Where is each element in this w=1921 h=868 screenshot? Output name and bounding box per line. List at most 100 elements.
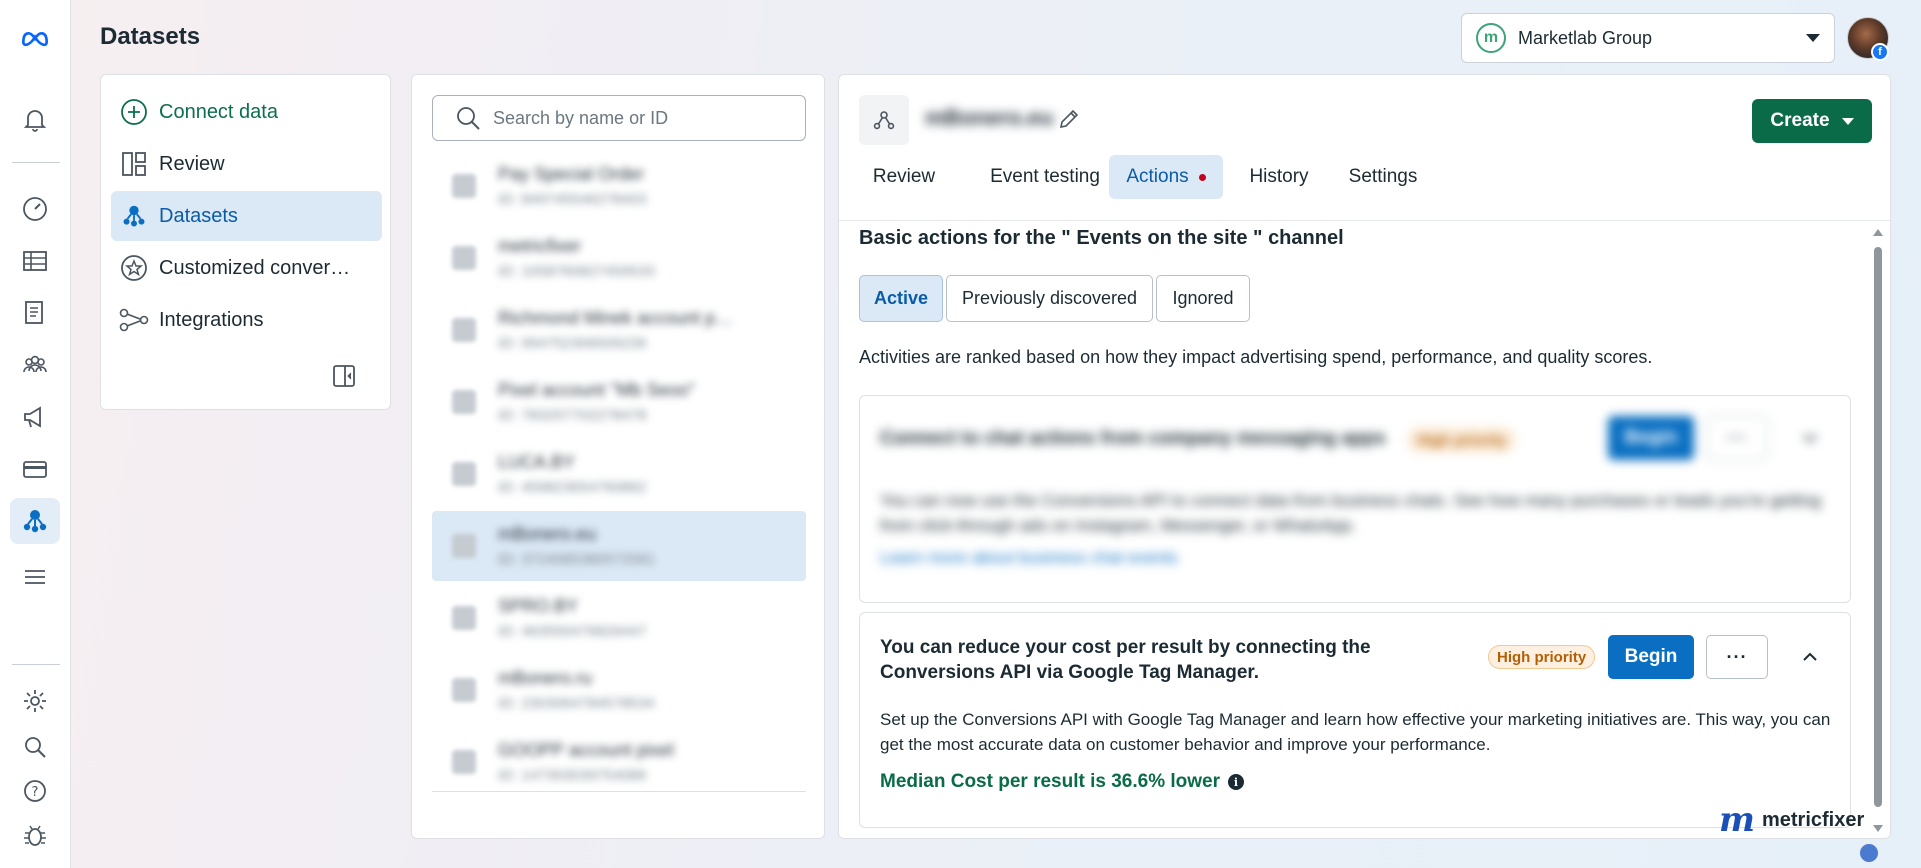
notification-dot [1198,173,1206,181]
dataset-detail-card: mBonero.eu Create Review Event testing A… [838,74,1891,839]
dataset-name: SPRO.BY [498,596,579,616]
search-input[interactable] [493,107,793,129]
list-item[interactable]: LUCA.BY ID: 459823654760862 [432,439,806,509]
star-circle-icon [119,253,149,283]
dataset-name: Pixel account "Mb Seoo" [498,380,695,400]
scroll-thumb[interactable] [1874,247,1882,807]
list-item[interactable]: Pay Special Order ID: 849745546278403 [432,151,806,221]
action-title: You can reduce your cost per result by c… [880,637,1371,683]
filter-label: Previously discovered [961,288,1138,308]
notifications-bell-icon[interactable] [10,96,60,142]
collapse-panel-icon[interactable] [331,363,357,389]
filter-label: Active [873,288,929,308]
globe-icon[interactable] [1858,842,1880,864]
learn-more-link[interactable]: Learn more about business chat events [880,548,1178,568]
info-icon[interactable]: i [1228,774,1244,790]
action-body: Set up the Conversions API with Google T… [880,710,1831,754]
begin-button[interactable]: Begin [1608,416,1694,460]
dataset-name: metricfixer [498,236,582,256]
nav-review[interactable]: Review [111,139,382,189]
billing-card-icon[interactable] [10,446,60,492]
dataset-search[interactable] [432,95,806,141]
nav-customized-conversions[interactable]: Customized conver… [111,243,382,293]
dataset-icon [452,390,476,414]
tab-review[interactable]: Review [859,155,949,199]
nav-review-label: Review [159,152,225,175]
tab-label: Review [872,166,936,187]
dashboard-gauge-icon[interactable] [10,186,60,232]
priority-badge: High priority [1408,428,1516,452]
settings-gear-icon[interactable] [10,678,60,724]
list-item[interactable]: Richmond Minek account p… ID: 99475230650… [432,295,806,365]
dataset-title: mBonero.eu [925,105,1054,130]
more-options-button[interactable]: ··· [1706,635,1768,679]
list-item[interactable]: metricfixer ID: 1058760827459533 [432,223,806,293]
metricfixer-text: metricfixer [1761,808,1865,831]
nav-integrations-label: Integrations [159,308,264,331]
scroll-up-arrow-icon[interactable] [1873,229,1883,236]
meta-logo-icon[interactable] [10,14,60,60]
tab-label: Actions [1126,166,1189,187]
list-item[interactable]: SPRO.BY ID: 463550476826447 [432,583,806,653]
edit-pencil-icon[interactable] [1057,107,1081,131]
nav-connect-data-label: Connect data [159,100,278,123]
dataset-id: ID: 1058760827459533 [498,263,655,280]
begin-button[interactable]: Begin [1608,635,1694,679]
action-body: You can now use the Conversions API to c… [880,491,1822,535]
svg-text:?: ? [32,785,39,800]
list-item[interactable]: mBonero.ru ID: 2303064784578534 [432,655,806,725]
create-button[interactable]: Create [1752,99,1872,143]
action-card-gtm: You can reduce your cost per result by c… [859,612,1851,828]
dataset-icon [452,678,476,702]
caret-down-icon [1841,117,1854,125]
dataset-icon [452,606,476,630]
dataset-list-card: Pay Special Order ID: 849745546278403 met… [411,74,825,839]
nav-integrations[interactable]: Integrations [111,295,382,345]
pages-icon[interactable] [10,290,60,336]
dataset-name: Pay Special Order [498,164,645,184]
dataset-name: GOOPP account pixel [498,740,674,760]
dataset-name: mBonero.ru [498,668,593,688]
tab-actions[interactable]: Actions [1109,155,1223,199]
table-grid-icon[interactable] [10,238,60,284]
search-icon[interactable] [10,724,60,770]
list-divider [432,791,806,792]
metricfixer-logo: m [1719,800,1755,840]
scrollbar[interactable] [1873,225,1883,835]
list-item[interactable]: Pixel account "Mb Seoo" ID: 7832577022784… [432,367,806,437]
dataset-icon [452,750,476,774]
nav-connect-data[interactable]: Connect data [111,87,382,137]
tab-history[interactable]: History [1237,155,1321,199]
datasets-icon[interactable] [10,498,60,544]
facebook-badge-icon: f [1871,43,1889,61]
tab-event-testing[interactable]: Event testing [965,155,1125,199]
nav-datasets-label: Datasets [159,204,238,227]
more-options-button[interactable]: ··· [1706,416,1768,460]
help-icon[interactable]: ? [10,768,60,814]
dataset-icon [452,246,476,270]
list-item[interactable]: GOOPP account pixel ID: 147303039754086 [432,727,806,797]
bug-report-icon[interactable] [10,813,60,859]
nav-datasets[interactable]: Datasets [111,191,382,241]
datasets-icon [119,201,149,231]
chevron-down-icon[interactable] [1800,428,1820,448]
caret-down-icon [1806,34,1820,42]
dataset-id: ID: 147303039754086 [498,767,647,784]
filter-ignored[interactable]: Ignored [1156,275,1250,322]
tab-label: Event testing [990,166,1100,187]
business-selector[interactable]: m Marketlab Group [1461,13,1835,63]
tab-settings[interactable]: Settings [1335,155,1431,199]
actions-description: Activities are ranked based on how they … [859,347,1653,367]
plus-circle-icon [119,97,149,127]
business-logo: m [1476,23,1506,53]
chevron-up-icon[interactable] [1800,647,1820,667]
list-item-selected[interactable]: mBonero.eu ID: 3724085380572581 [432,511,806,581]
megaphone-icon[interactable] [10,394,60,440]
audiences-people-icon[interactable] [10,342,60,388]
filter-active[interactable]: Active [859,275,943,322]
menu-icon[interactable] [10,554,60,600]
scroll-down-arrow-icon[interactable] [1873,825,1883,832]
filter-previously-discovered[interactable]: Previously discovered [946,275,1153,322]
layout-panels-icon [119,149,149,179]
median-cost-note: Median Cost per result is 36.6% lower i [880,771,1244,793]
